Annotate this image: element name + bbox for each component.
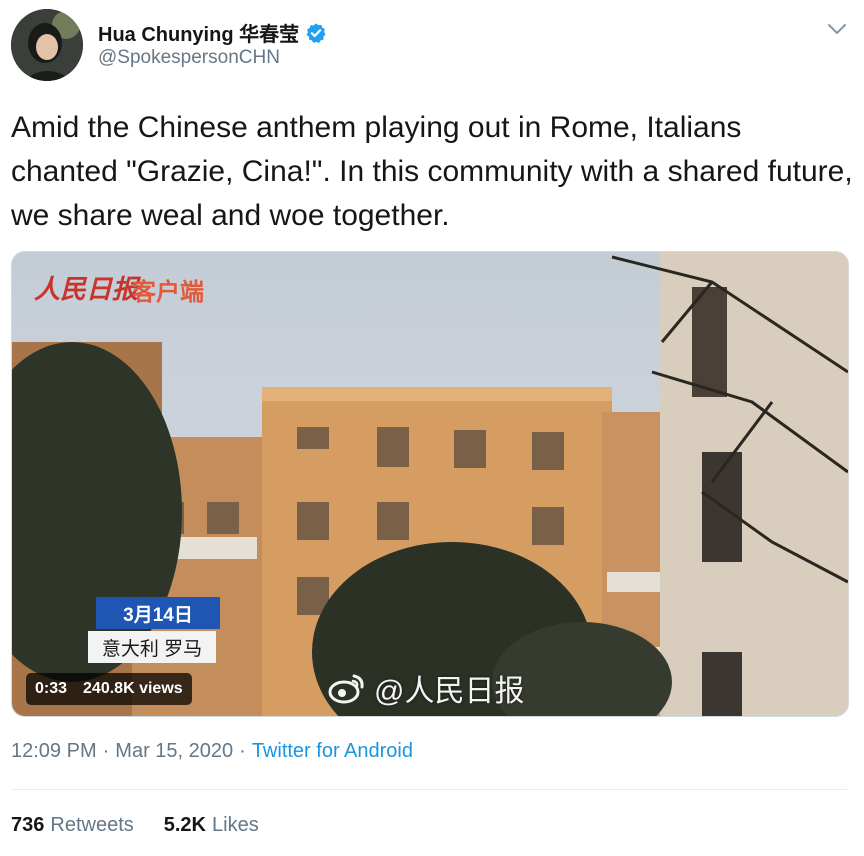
- retweets-stat[interactable]: 736 Retweets: [11, 814, 134, 837]
- likes-label: Likes: [212, 814, 259, 836]
- watermark-logo: 人民日报: [34, 275, 139, 305]
- weibo-watermark: @人民日报: [328, 666, 524, 710]
- author-row: Hua Chunying 华春莹: [98, 18, 327, 47]
- weibo-icon: [328, 674, 364, 704]
- divider: [11, 789, 847, 790]
- avatar-image: [11, 9, 83, 81]
- weibo-watermark-text: @人民日报: [374, 675, 525, 708]
- author-name[interactable]: Hua Chunying 华春莹: [98, 18, 299, 47]
- tweet-text: Amid the Chinese anthem playing out in R…: [11, 111, 853, 232]
- tweet-stats: 736 Retweets 5.2K Likes: [11, 814, 259, 837]
- video-player[interactable]: 人民日报 客户端 3月14日 意大利 罗马 0:33 240.8K views …: [11, 251, 849, 717]
- chevron-down-icon[interactable]: [826, 20, 848, 38]
- tweet-time[interactable]: 12:09 PM: [11, 740, 97, 763]
- location-caption: 意大利 罗马: [88, 631, 216, 663]
- video-info-overlay: 0:33 240.8K views: [26, 673, 192, 705]
- avatar[interactable]: [11, 9, 83, 81]
- video-views: 240.8K views: [83, 680, 183, 697]
- tweet-source-link[interactable]: Twitter for Android: [252, 740, 413, 763]
- tweet-date[interactable]: Mar 15, 2020: [115, 740, 233, 763]
- video-duration: 0:33: [35, 680, 68, 697]
- author-handle[interactable]: @SpokespersonCHN: [98, 47, 280, 69]
- tweet-timestamp: 12:09 PM · Mar 15, 2020 · Twitter for An…: [11, 740, 413, 763]
- separator: ·: [102, 740, 110, 762]
- retweets-count: 736: [11, 814, 45, 836]
- likes-count: 5.2K: [163, 814, 206, 836]
- watermark-client: 客户端: [132, 279, 204, 306]
- likes-stat[interactable]: 5.2K Likes: [164, 814, 259, 837]
- retweets-label: Retweets: [50, 814, 134, 836]
- date-caption: 3月14日: [96, 597, 220, 629]
- verified-badge-icon: [306, 22, 326, 43]
- separator: ·: [239, 740, 246, 762]
